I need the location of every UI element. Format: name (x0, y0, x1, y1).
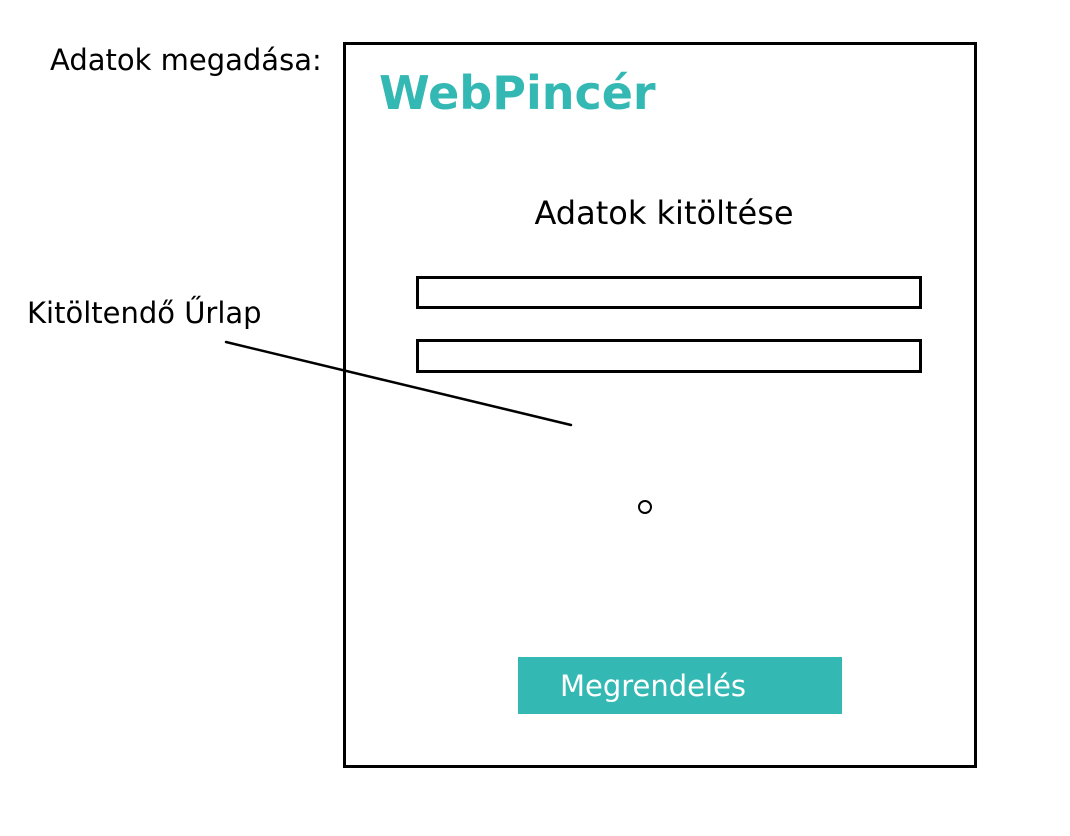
form-callout-label: Kitöltendő Űrlap (27, 296, 262, 330)
section-label: Adatok megadása: (50, 43, 322, 77)
brand-logo: WebPincér (379, 66, 656, 120)
form-title: Adatok kitöltése (534, 194, 794, 232)
form-field-1[interactable] (416, 276, 922, 309)
radio-circle-icon[interactable] (638, 500, 652, 514)
order-button[interactable]: Megrendelés (518, 657, 842, 714)
form-field-2[interactable] (416, 339, 922, 373)
mockup-frame: WebPincér Adatok kitöltése Megrendelés (343, 42, 977, 768)
